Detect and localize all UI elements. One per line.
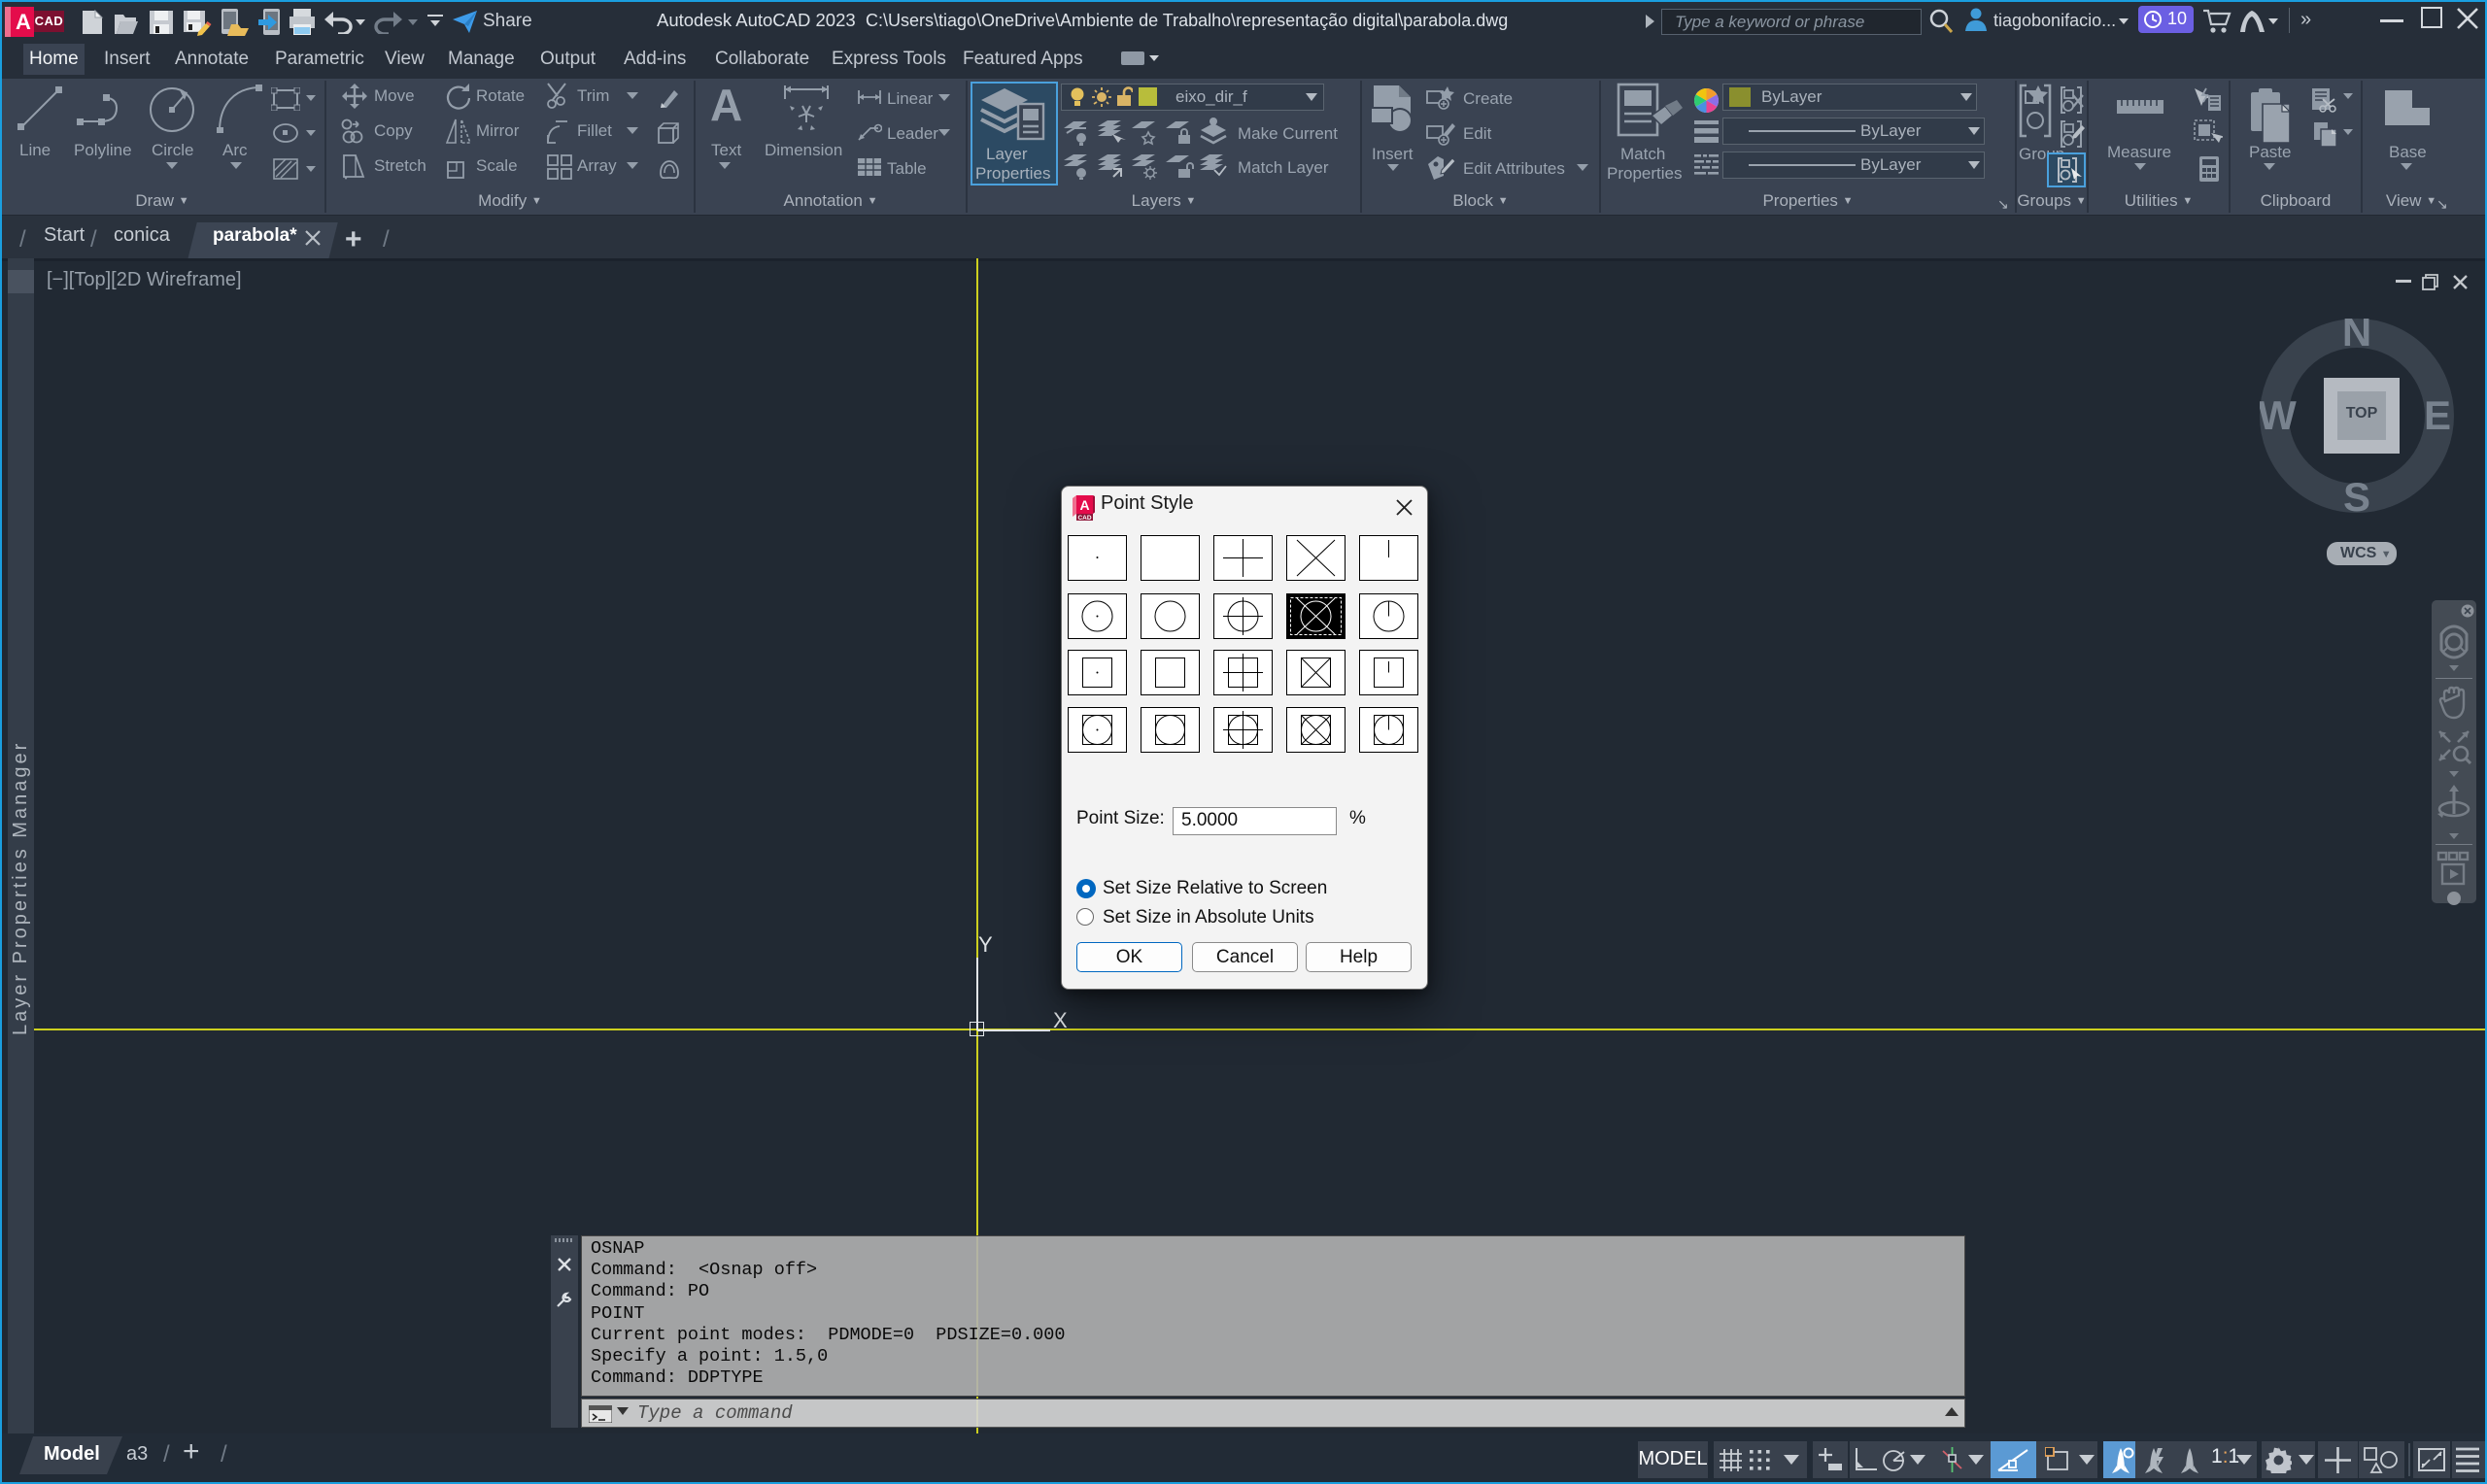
svg-text:N: N (2342, 319, 2371, 354)
svg-text:A: A (1079, 497, 1089, 513)
svg-text:S: S (2343, 474, 2370, 513)
svg-text:E: E (2424, 392, 2451, 438)
svg-text:CAD: CAD (1077, 515, 1091, 521)
svg-text:W: W (2260, 392, 2297, 438)
